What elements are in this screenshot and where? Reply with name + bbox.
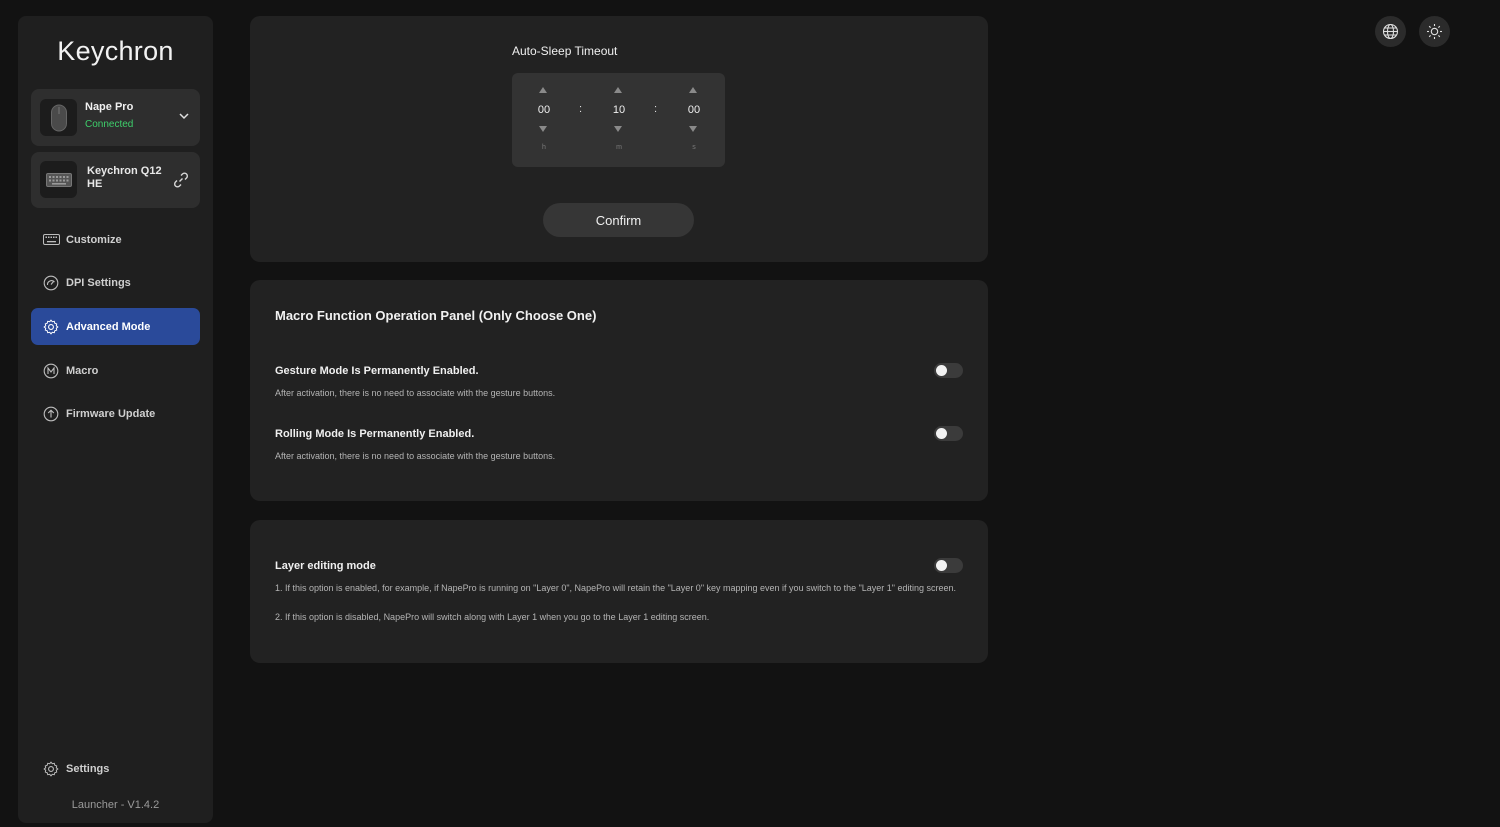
sidebar-item-label: Advanced Mode: [66, 320, 151, 333]
confirm-button[interactable]: Confirm: [543, 203, 694, 237]
sidebar-item-label: Macro: [66, 364, 99, 377]
device-name: Nape Pro: [85, 101, 134, 113]
link-icon[interactable]: [172, 171, 190, 189]
globe-icon: [1382, 23, 1399, 40]
sidebar-item-advanced-mode[interactable]: Advanced Mode: [31, 308, 200, 345]
time-separator: :: [654, 103, 658, 115]
minutes-value[interactable]: 10: [604, 104, 634, 116]
seconds-up-arrow-icon[interactable]: [689, 87, 697, 93]
layer-editing-panel: Layer editing mode 1. If this option is …: [250, 520, 988, 663]
seconds-value[interactable]: 00: [679, 104, 709, 116]
sidebar-item-firmware-update[interactable]: Firmware Update: [31, 395, 200, 432]
device-selector-nape-pro[interactable]: Nape Pro Connected: [31, 89, 200, 146]
seconds-unit: s: [692, 144, 696, 151]
keychron-logo: Keychron: [57, 36, 174, 66]
time-separator: :: [579, 103, 583, 115]
device-status: Connected: [85, 119, 134, 130]
hours-value[interactable]: 00: [529, 104, 559, 116]
layer-editing-description-2: 2. If this option is disabled, NapePro w…: [275, 612, 710, 622]
gear-icon: [42, 760, 60, 778]
minutes-unit: m: [616, 144, 622, 151]
sidebar-item-label: DPI Settings: [66, 276, 131, 289]
sidebar-item-customize[interactable]: Customize: [31, 221, 200, 258]
hours-up-arrow-icon[interactable]: [539, 87, 547, 93]
macro-function-panel: Macro Function Operation Panel (Only Cho…: [250, 280, 988, 501]
seconds-down-arrow-icon[interactable]: [689, 126, 697, 132]
rolling-mode-toggle[interactable]: [934, 426, 963, 441]
rolling-mode-label: Rolling Mode Is Permanently Enabled.: [275, 428, 475, 440]
auto-sleep-panel: Auto-Sleep Timeout 00 h : 10 m : 00 s Co…: [250, 16, 988, 262]
sidebar-item-label: Settings: [66, 762, 110, 775]
minutes-up-arrow-icon[interactable]: [614, 87, 622, 93]
gesture-mode-label: Gesture Mode Is Permanently Enabled.: [275, 365, 479, 377]
app-version: Launcher - V1.4.2: [71, 799, 160, 811]
dpi-gauge-icon: [42, 274, 60, 292]
minutes-down-arrow-icon[interactable]: [614, 126, 622, 132]
rolling-mode-description: After activation, there is no need to as…: [275, 451, 556, 461]
mouse-icon: [40, 99, 77, 136]
gesture-mode-description: After activation, there is no need to as…: [275, 388, 556, 398]
auto-sleep-title: Auto-Sleep Timeout: [512, 44, 618, 58]
layer-editing-description-1: 1. If this option is enabled, for exampl…: [275, 583, 957, 593]
layer-editing-label: Layer editing mode: [275, 560, 376, 572]
macro-panel-title: Macro Function Operation Panel (Only Cho…: [275, 308, 597, 323]
language-button[interactable]: [1375, 16, 1406, 47]
hours-down-arrow-icon[interactable]: [539, 126, 547, 132]
keyboard-icon: [40, 161, 77, 198]
theme-toggle-button[interactable]: [1419, 16, 1450, 47]
time-picker: 00 h : 10 m : 00 s: [512, 73, 725, 167]
sidebar-item-label: Customize: [66, 233, 122, 246]
layer-editing-toggle[interactable]: [934, 558, 963, 573]
sidebar-item-dpi-settings[interactable]: DPI Settings: [31, 264, 200, 301]
device-name: Keychron Q12 HE: [87, 165, 162, 190]
sidebar-item-label: Firmware Update: [66, 407, 156, 420]
sidebar-item-settings[interactable]: Settings: [31, 750, 200, 787]
gear-icon: [42, 318, 60, 336]
upload-arrow-icon: [42, 405, 60, 423]
device-item-keychron-q12-he[interactable]: Keychron Q12 HE: [31, 152, 200, 208]
gesture-mode-toggle[interactable]: [934, 363, 963, 378]
macro-m-icon: [42, 362, 60, 380]
brightness-icon: [1427, 24, 1442, 39]
keyboard-icon: [42, 231, 60, 249]
sidebar: Keychron Nape Pro Connected Keychron Q12…: [18, 16, 213, 823]
hours-unit: h: [542, 144, 546, 151]
chevron-down-icon[interactable]: [178, 110, 190, 122]
sidebar-item-macro[interactable]: Macro: [31, 352, 200, 389]
